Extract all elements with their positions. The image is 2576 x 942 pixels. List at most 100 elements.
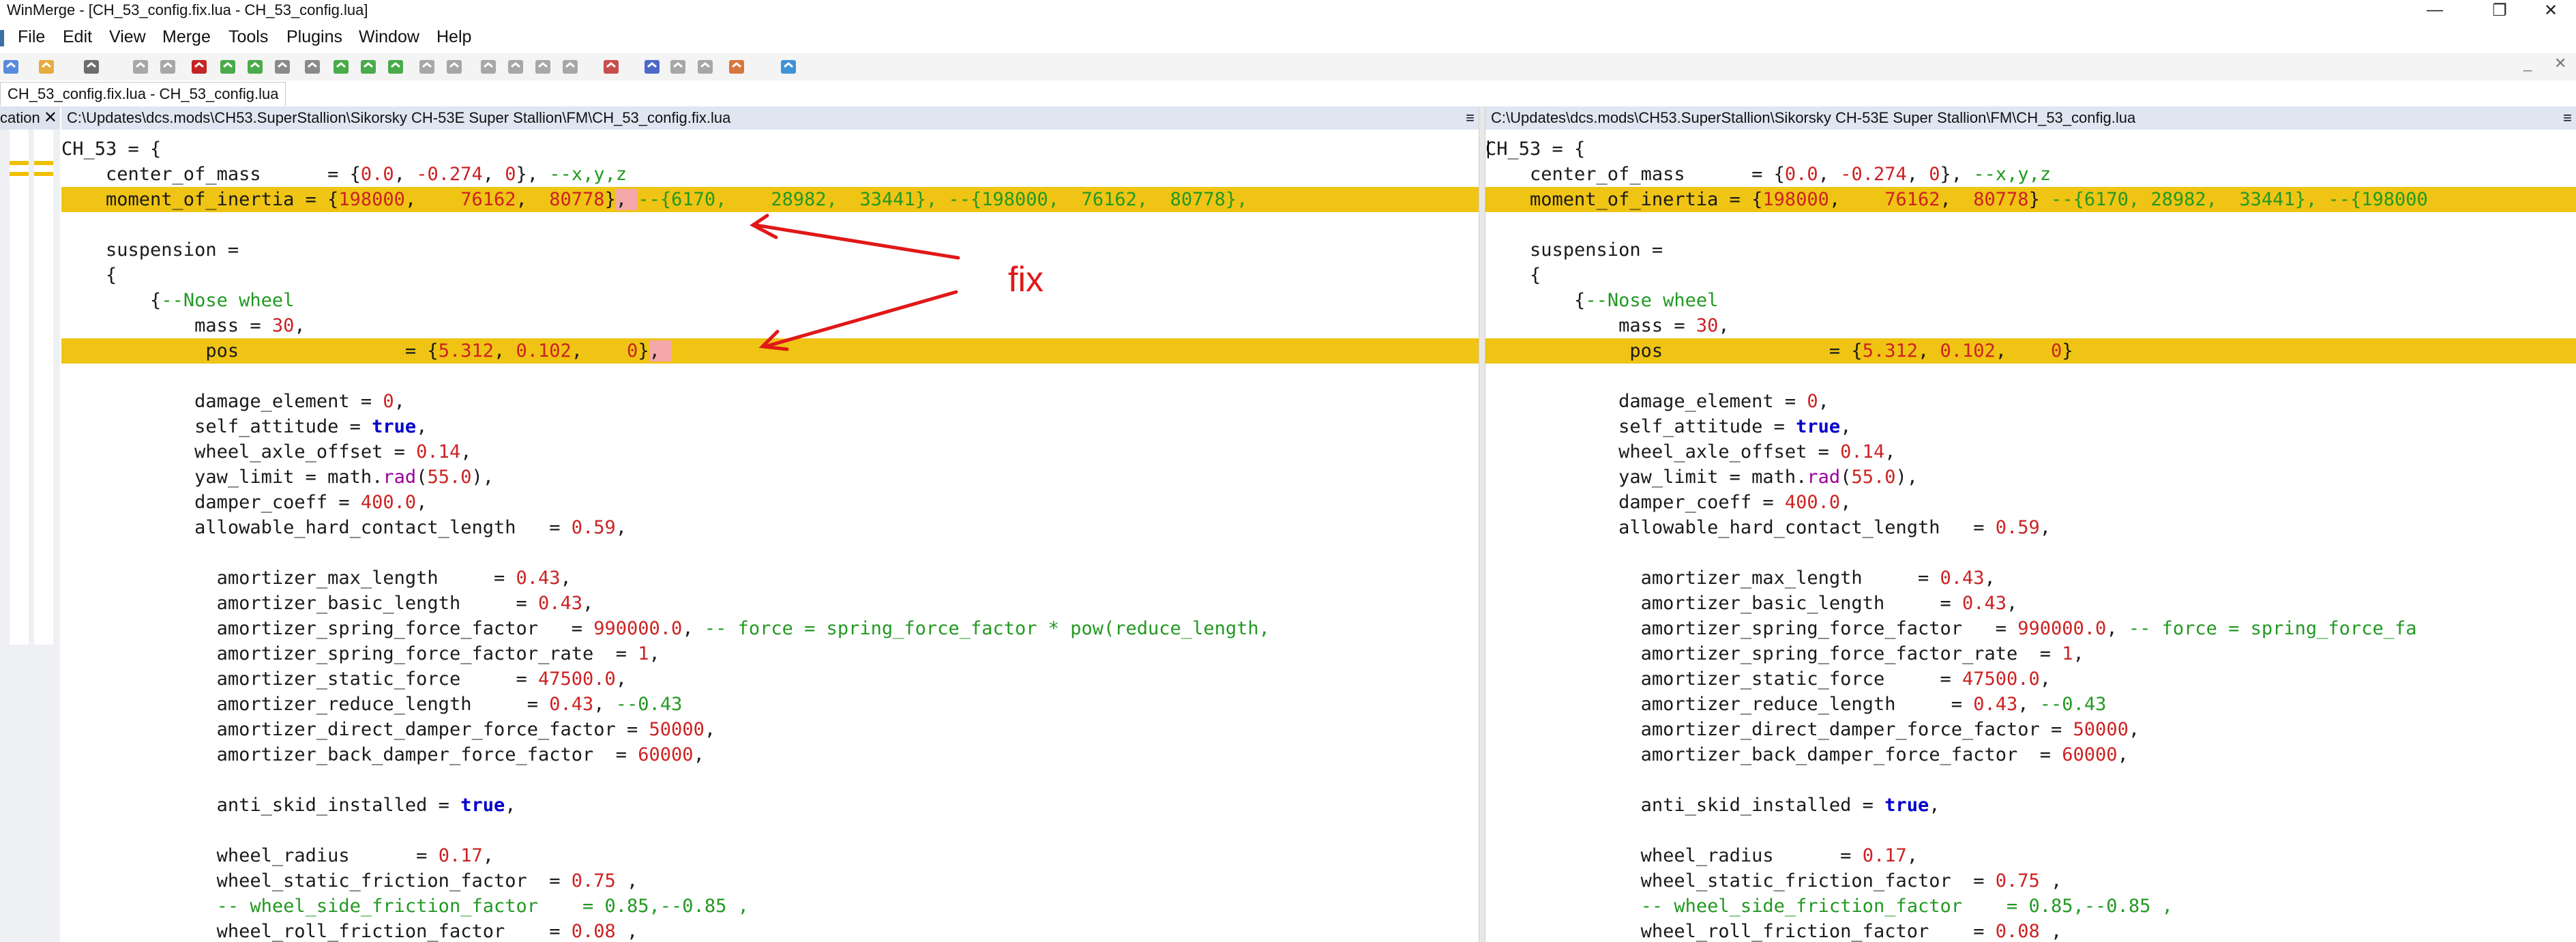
minimize-button[interactable]: — bbox=[2408, 0, 2462, 20]
code-line[interactable] bbox=[61, 212, 1479, 237]
code-line[interactable]: amortizer_back_damper_force_factor = 600… bbox=[61, 742, 1479, 767]
mdi-close-button[interactable]: ✕ bbox=[2554, 55, 2566, 72]
code-line[interactable]: amortizer_max_length = 0.43, bbox=[1485, 565, 2576, 591]
code-line[interactable]: amortizer_reduce_length = 0.43, --0.43 bbox=[1485, 692, 2576, 717]
code-line[interactable]: damage_element = 0, bbox=[61, 389, 1479, 414]
code-line[interactable]: CH_53 = { bbox=[1485, 136, 2576, 162]
pane-splitter[interactable] bbox=[1479, 106, 1485, 942]
next-conflict-icon[interactable] bbox=[357, 56, 379, 78]
prev-diff-icon[interactable] bbox=[244, 56, 266, 78]
code-line[interactable] bbox=[1485, 212, 2576, 237]
code-line[interactable]: wheel_radius = 0.17, bbox=[1485, 843, 2576, 868]
code-line[interactable] bbox=[61, 364, 1479, 389]
menu-edit[interactable]: Edit bbox=[63, 27, 92, 47]
diff-line[interactable]: pos = {5.312, 0.102, 0}, bbox=[61, 338, 1479, 364]
code-line[interactable] bbox=[1485, 767, 2576, 793]
code-line[interactable] bbox=[61, 767, 1479, 793]
diff-line[interactable]: pos = {5.312, 0.102, 0} bbox=[1485, 338, 2576, 364]
code-line[interactable]: wheel_static_friction_factor = 0.75 , bbox=[1485, 868, 2576, 894]
menu-file[interactable]: File bbox=[18, 27, 45, 47]
refresh-icon[interactable] bbox=[641, 56, 663, 78]
code-line[interactable]: allowable_hard_contact_length = 0.59, bbox=[61, 515, 1479, 540]
code-line[interactable]: anti_skid_installed = true, bbox=[1485, 793, 2576, 818]
code-line[interactable] bbox=[61, 540, 1479, 565]
code-line[interactable]: amortizer_static_force = 47500.0, bbox=[1485, 666, 2576, 692]
code-line[interactable]: amortizer_spring_force_factor = 990000.0… bbox=[61, 616, 1479, 641]
code-line[interactable]: amortizer_basic_length = 0.43, bbox=[1485, 591, 2576, 616]
bookmark-icon[interactable] bbox=[726, 56, 747, 78]
code-line[interactable]: {--Nose wheel bbox=[61, 288, 1479, 313]
tab-compare-document[interactable]: CH_53_config.fix.lua - CH_53_config.lua bbox=[0, 82, 286, 106]
code-line[interactable]: amortizer_reduce_length = 0.43, --0.43 bbox=[61, 692, 1479, 717]
code-line[interactable]: yaw_limit = math.rad(55.0), bbox=[61, 465, 1479, 490]
code-line[interactable] bbox=[1485, 818, 2576, 843]
next-diff-icon[interactable] bbox=[217, 56, 239, 78]
location-bar-left[interactable] bbox=[10, 130, 29, 645]
code-line[interactable]: amortizer_direct_damper_force_factor = 5… bbox=[1485, 717, 2576, 742]
code-line[interactable]: allowable_hard_contact_length = 0.59, bbox=[1485, 515, 2576, 540]
options-icon[interactable] bbox=[667, 56, 689, 78]
diff-line[interactable]: moment_of_inertia = {198000, 76162, 8077… bbox=[1485, 187, 2576, 212]
diff-line[interactable]: moment_of_inertia = {198000, 76162, 8077… bbox=[61, 187, 1479, 212]
pane-menu-icon[interactable]: ≡ bbox=[1466, 106, 1475, 130]
close-icon[interactable]: ✕ bbox=[44, 108, 57, 128]
code-line[interactable]: amortizer_spring_force_factor_rate = 1, bbox=[61, 641, 1479, 666]
code-line[interactable]: self_attitude = true, bbox=[1485, 414, 2576, 439]
code-line[interactable]: yaw_limit = math.rad(55.0), bbox=[1485, 465, 2576, 490]
code-line[interactable]: amortizer_max_length = 0.43, bbox=[61, 565, 1479, 591]
menu-merge[interactable]: Merge bbox=[162, 27, 211, 47]
code-line[interactable]: suspension = bbox=[61, 237, 1479, 263]
code-line[interactable] bbox=[1485, 364, 2576, 389]
left-file-pane[interactable]: C:\Updates\dcs.mods\CH53.SuperStallion\S… bbox=[61, 106, 1479, 942]
tools-icon[interactable] bbox=[694, 56, 716, 78]
code-line[interactable]: mass = 30, bbox=[61, 313, 1479, 338]
refresh-view-icon[interactable] bbox=[778, 56, 799, 78]
code-line[interactable]: -- wheel_side_friction_factor = 0.85,--0… bbox=[1485, 894, 2576, 919]
menu-window[interactable]: Window bbox=[359, 27, 419, 47]
code-line[interactable]: damage_element = 0, bbox=[1485, 389, 2576, 414]
all-left-icon[interactable] bbox=[559, 56, 581, 78]
code-line[interactable]: wheel_roll_friction_factor = 0.08 , bbox=[1485, 919, 2576, 942]
code-line[interactable]: self_attitude = true, bbox=[61, 414, 1479, 439]
code-line[interactable] bbox=[61, 818, 1479, 843]
close-button[interactable]: ✕ bbox=[2523, 0, 2576, 20]
code-line[interactable]: damper_coeff = 400.0, bbox=[61, 490, 1479, 515]
code-line[interactable]: wheel_axle_offset = 0.14, bbox=[61, 439, 1479, 465]
new-icon[interactable] bbox=[0, 56, 22, 78]
code-line[interactable]: wheel_roll_friction_factor = 0.08 , bbox=[61, 919, 1479, 942]
code-line[interactable]: mass = 30, bbox=[1485, 313, 2576, 338]
code-line[interactable]: -- wheel_side_friction_factor = 0.85,--0… bbox=[61, 894, 1479, 919]
all-right-icon[interactable] bbox=[532, 56, 554, 78]
code-line[interactable] bbox=[1485, 540, 2576, 565]
mdi-minimize-button[interactable]: _ bbox=[2523, 55, 2532, 72]
save-icon[interactable] bbox=[80, 56, 102, 78]
code-line[interactable]: amortizer_spring_force_factor = 990000.0… bbox=[1485, 616, 2576, 641]
compare-icon[interactable] bbox=[600, 56, 622, 78]
code-line[interactable]: center_of_mass = {0.0, -0.274, 0}, --x,y… bbox=[61, 162, 1479, 187]
location-bar-right[interactable] bbox=[34, 130, 53, 645]
code-line[interactable]: center_of_mass = {0.0, -0.274, 0}, --x,y… bbox=[1485, 162, 2576, 187]
code-line[interactable]: amortizer_direct_damper_force_factor = 5… bbox=[61, 717, 1479, 742]
code-line[interactable]: wheel_static_friction_factor = 0.75 , bbox=[61, 868, 1479, 894]
restore-button[interactable]: ❐ bbox=[2472, 0, 2527, 20]
code-line[interactable]: amortizer_basic_length = 0.43, bbox=[61, 591, 1479, 616]
pane-menu-icon[interactable]: ≡ bbox=[2563, 106, 2572, 130]
code-line[interactable]: { bbox=[61, 263, 1479, 288]
copy-left-advance-icon[interactable] bbox=[505, 56, 527, 78]
code-line[interactable]: wheel_radius = 0.17, bbox=[61, 843, 1479, 868]
left-code-view[interactable]: CH_53 = { center_of_mass = {0.0, -0.274,… bbox=[61, 136, 1479, 942]
copy-right-icon[interactable] bbox=[416, 56, 438, 78]
open-icon[interactable] bbox=[35, 56, 57, 78]
code-line[interactable]: suspension = bbox=[1485, 237, 2576, 263]
copy-left-icon[interactable] bbox=[443, 56, 465, 78]
code-line[interactable]: anti_skid_installed = true, bbox=[61, 793, 1479, 818]
prev-conflict-icon[interactable] bbox=[385, 56, 406, 78]
right-file-pane[interactable]: C:\Updates\dcs.mods\CH53.SuperStallion\S… bbox=[1485, 106, 2576, 942]
right-code-view[interactable]: CH_53 = { center_of_mass = {0.0, -0.274,… bbox=[1485, 136, 2576, 942]
code-line[interactable]: CH_53 = { bbox=[61, 136, 1479, 162]
code-line[interactable]: amortizer_static_force = 47500.0, bbox=[61, 666, 1479, 692]
menu-view[interactable]: View bbox=[109, 27, 146, 47]
code-line[interactable]: { bbox=[1485, 263, 2576, 288]
code-line[interactable]: wheel_axle_offset = 0.14, bbox=[1485, 439, 2576, 465]
menu-help[interactable]: Help bbox=[436, 27, 471, 47]
